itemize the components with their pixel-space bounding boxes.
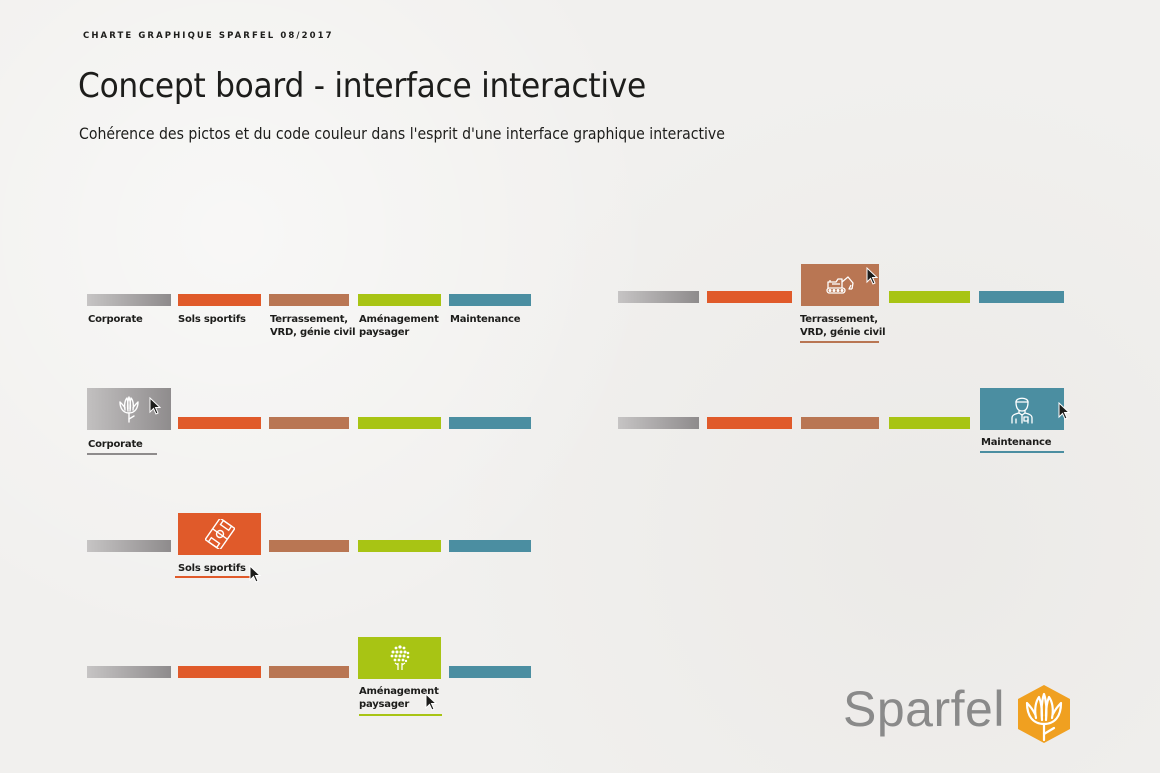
label-sols-sportifs-active: Sols sportifs <box>178 563 246 574</box>
bar-sols-sportifs[interactable] <box>178 666 261 678</box>
bar-corporate[interactable] <box>87 666 171 678</box>
tile-maintenance-active[interactable] <box>980 388 1064 430</box>
label-terrassement-active: Terrassement, VRD, génie civil <box>800 314 886 338</box>
label-maintenance: Maintenance <box>450 314 521 325</box>
bar-sols-sportifs[interactable] <box>178 294 261 306</box>
bar-corporate[interactable] <box>618 417 699 429</box>
bar-sols-sportifs[interactable] <box>707 291 792 303</box>
excavator-icon <box>826 276 854 294</box>
bar-maintenance[interactable] <box>449 540 531 552</box>
bar-maintenance[interactable] <box>449 417 531 429</box>
mouse-cursor-icon <box>149 397 161 415</box>
bar-terrassement[interactable] <box>801 417 879 429</box>
active-underline <box>980 451 1064 453</box>
tile-sols-sportifs-active[interactable] <box>178 513 261 555</box>
bar-terrassement[interactable] <box>269 540 349 552</box>
bar-terrassement[interactable] <box>269 666 349 678</box>
bar-sols-sportifs[interactable] <box>178 417 261 429</box>
active-underline <box>175 576 251 578</box>
label-corporate-active: Corporate <box>88 439 143 450</box>
label-amenagement: Aménagement paysager <box>359 314 439 338</box>
bar-corporate[interactable] <box>87 540 171 552</box>
bar-corporate[interactable] <box>87 294 171 306</box>
page-subtitle: Cohérence des pictos et du code couleur … <box>79 124 725 143</box>
label-maintenance-active: Maintenance <box>981 437 1052 448</box>
mouse-cursor-icon <box>866 267 878 285</box>
bar-corporate[interactable] <box>618 291 699 303</box>
page-title: Concept board - interface interactive <box>78 66 647 106</box>
bar-amenagement[interactable] <box>358 540 441 552</box>
mouse-cursor-icon <box>249 565 261 583</box>
bar-amenagement[interactable] <box>358 417 441 429</box>
kicker: CHARTE GRAPHIQUE SPARFEL 08/2017 <box>83 31 334 41</box>
bar-maintenance[interactable] <box>449 666 531 678</box>
flower-icon <box>119 396 139 423</box>
technician-icon <box>1011 397 1033 424</box>
tile-amenagement-active[interactable] <box>358 637 441 679</box>
active-underline <box>87 453 157 455</box>
active-underline <box>800 341 879 343</box>
bar-terrassement[interactable] <box>269 294 349 306</box>
tree-icon <box>390 645 409 670</box>
football-field-icon <box>204 519 235 549</box>
label-terrassement: Terrassement, VRD, génie civil <box>270 314 356 338</box>
bar-sols-sportifs[interactable] <box>707 417 792 429</box>
bar-maintenance[interactable] <box>449 294 531 306</box>
bar-amenagement[interactable] <box>889 291 970 303</box>
bar-maintenance[interactable] <box>979 291 1064 303</box>
mouse-cursor-icon <box>425 693 437 711</box>
bar-amenagement[interactable] <box>889 417 970 429</box>
logo-wordmark: Sparfel <box>843 681 1005 737</box>
label-corporate: Corporate <box>88 314 143 325</box>
label-sols-sportifs: Sols sportifs <box>178 314 246 325</box>
active-underline <box>359 714 442 716</box>
bar-amenagement[interactable] <box>358 294 441 306</box>
logo-flower-hexagon-icon <box>1018 685 1070 743</box>
mouse-cursor-icon <box>1058 402 1070 420</box>
bar-terrassement[interactable] <box>269 417 349 429</box>
